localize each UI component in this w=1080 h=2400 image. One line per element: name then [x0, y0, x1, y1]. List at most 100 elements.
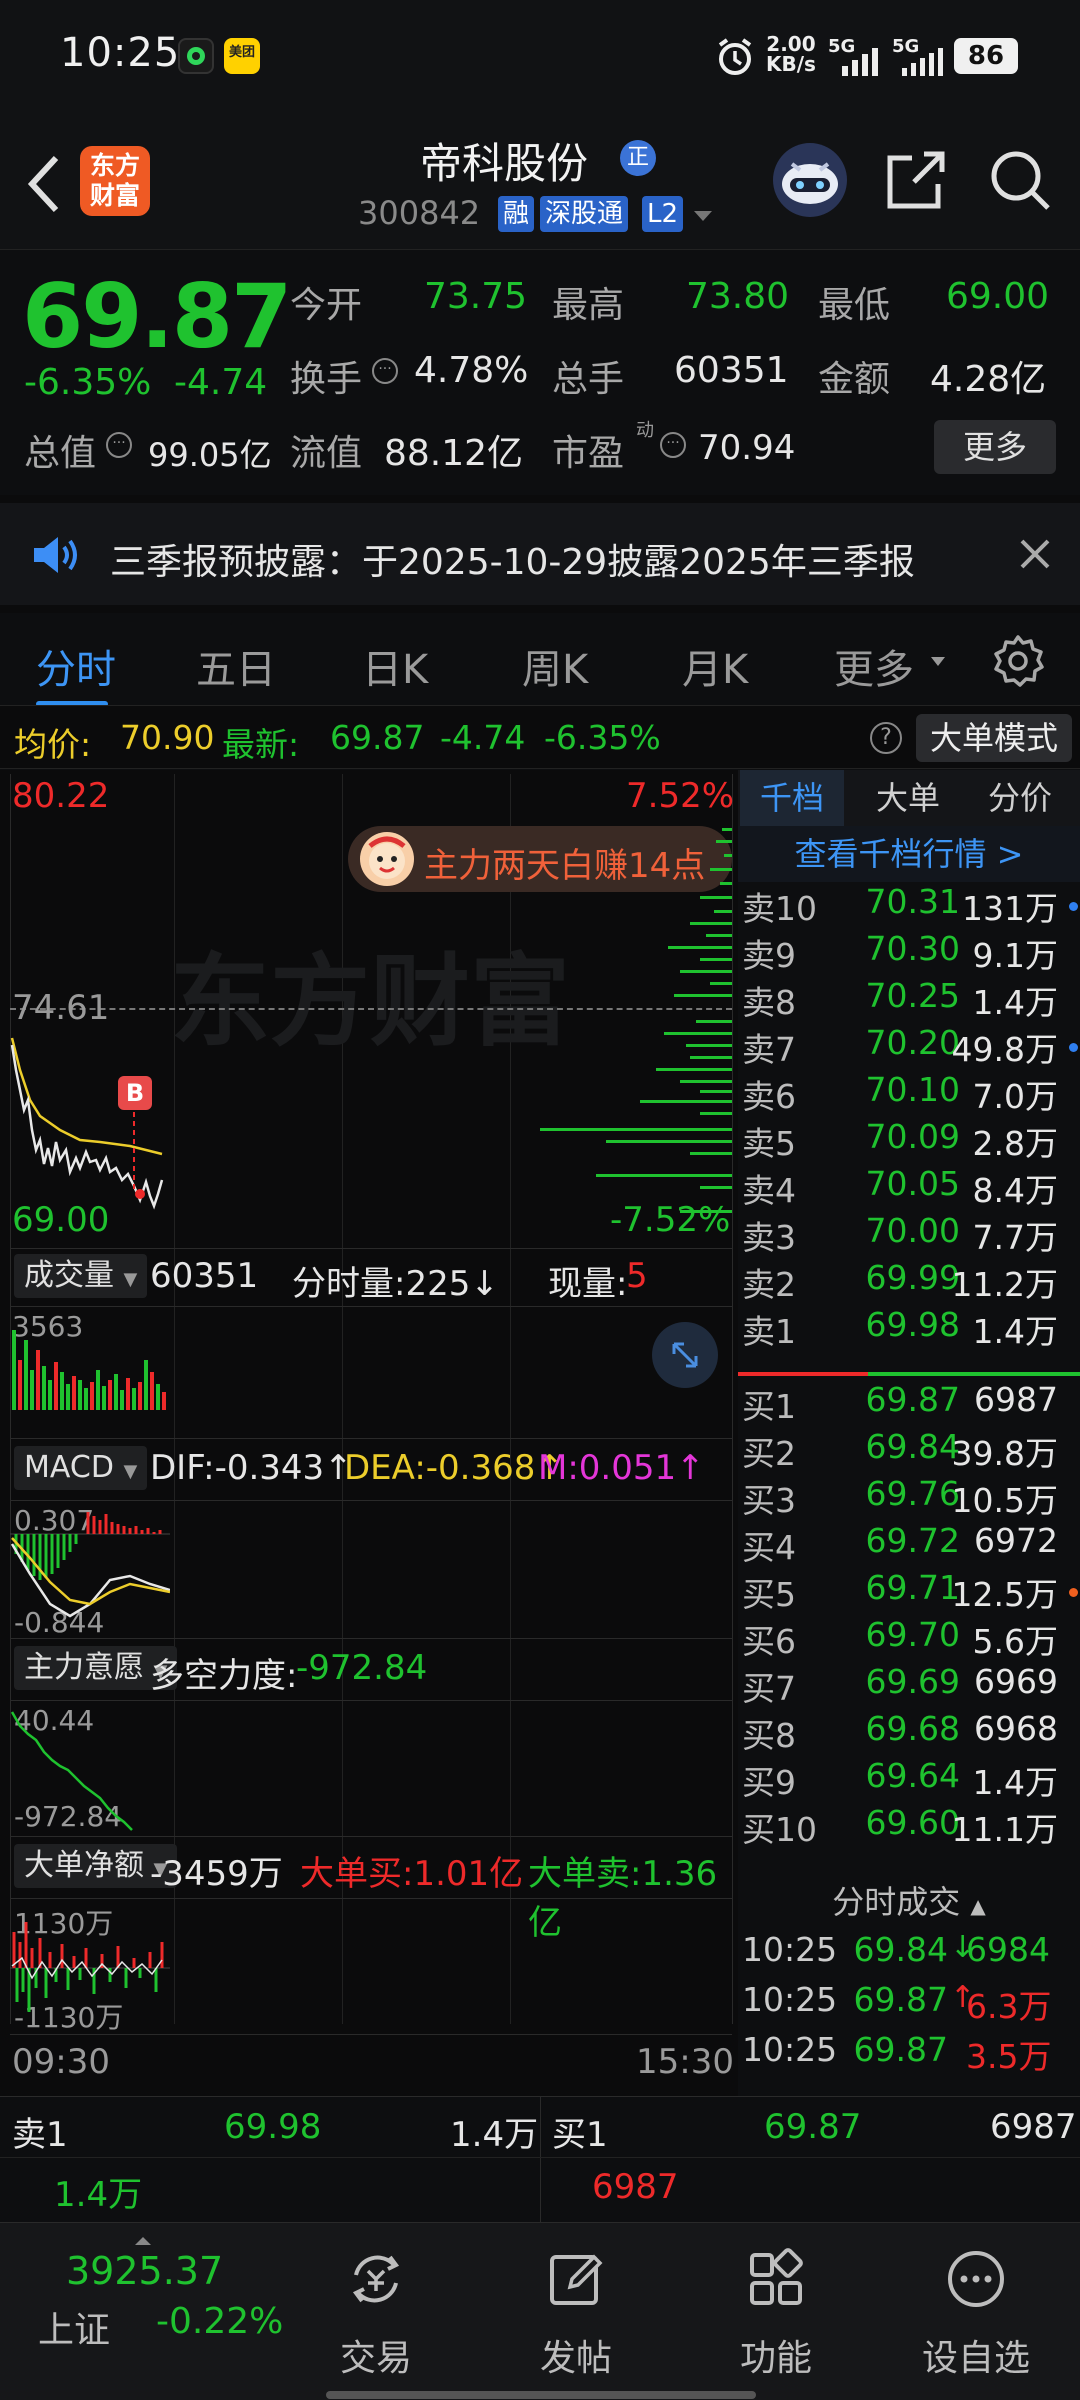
main-intention-label: 主力意愿: [24, 1650, 144, 1685]
ask1-price: 69.98: [224, 2107, 322, 2147]
gear-icon[interactable]: [990, 633, 1046, 693]
tab-monthly-k[interactable]: 月K: [682, 637, 748, 695]
nav-post[interactable]: 发帖: [476, 2223, 676, 2400]
tick-volume: 分时量:225↓: [292, 1264, 499, 1304]
nav-trade[interactable]: 交易: [276, 2223, 476, 2400]
tab-intraday[interactable]: 分时: [36, 637, 116, 695]
power-value: -972.84: [296, 1648, 428, 1688]
ask-level: 卖1: [742, 1312, 796, 1351]
nav-functions-label: 功能: [739, 2338, 812, 2379]
bottom-nav: 3925.37 上证 -0.22% 交易 发帖 功能 设自选: [0, 2222, 1080, 2400]
ask-row[interactable]: 卖9 70.30 9.1万: [738, 929, 1080, 977]
help-icon[interactable]: ?: [870, 722, 902, 754]
volume-bars: [12, 1330, 166, 1410]
chevron-down-icon[interactable]: [692, 208, 714, 227]
more-button[interactable]: 更多: [934, 420, 1056, 474]
bid-level: 买1: [742, 1387, 796, 1426]
ask-level: 卖8: [742, 983, 796, 1022]
close-icon[interactable]: [1018, 537, 1052, 575]
bid-row[interactable]: 买1 69.87 6987: [738, 1380, 1080, 1428]
volume-value: 60351: [674, 350, 789, 391]
ask-price: 69.99: [865, 1258, 960, 1297]
bid-row[interactable]: 买6 69.70 5.6万: [738, 1615, 1080, 1663]
view-depth-link[interactable]: 查看千档行情 >: [738, 826, 1080, 882]
tab-weekly-k[interactable]: 周K: [522, 637, 588, 695]
bid-volume: 6968: [974, 1709, 1058, 1748]
ask-level: 卖2: [742, 1265, 796, 1304]
ask-row[interactable]: 卖5 70.09 2.8万: [738, 1117, 1080, 1165]
tab-depth[interactable]: 千档: [740, 770, 844, 826]
tick-volume: 6984: [966, 1930, 1050, 1969]
info-icon[interactable]: ···: [372, 358, 398, 384]
nav-watchlist[interactable]: 设自选: [876, 2223, 1076, 2400]
music-app-icon: [178, 38, 214, 74]
tick-row: 10:25 69.84 ↓ 6984: [738, 1930, 1080, 1978]
ask-level: 卖4: [742, 1171, 796, 1210]
alarm-icon: [714, 36, 756, 82]
ask-volume: 2.8万: [972, 1124, 1058, 1163]
ask-row[interactable]: 卖10 70.31 131万: [738, 882, 1080, 930]
bid-row[interactable]: 买2 69.84 39.8万: [738, 1427, 1080, 1475]
bid-price: 69.76: [865, 1474, 960, 1513]
main-power-line: [10, 1711, 133, 1831]
back-icon[interactable]: [22, 152, 66, 220]
robot-assistant-icon[interactable]: [770, 140, 850, 224]
chevron-down-icon: [930, 653, 946, 672]
ticks-title[interactable]: 分时成交 ▲: [738, 1880, 1080, 1924]
share-icon[interactable]: [884, 148, 948, 216]
ask-price: 69.98: [865, 1305, 960, 1344]
bid-row[interactable]: 买9 69.64 1.4万: [738, 1756, 1080, 1804]
ask-row[interactable]: 卖3 70.00 7.7万: [738, 1211, 1080, 1259]
tab-big-order[interactable]: 大单: [856, 770, 960, 826]
index-value: 3925.37: [66, 2249, 224, 2293]
chart-tabs: 分时 五日 日K 周K 月K 更多: [0, 605, 1080, 707]
search-icon[interactable]: [988, 148, 1052, 216]
bid-row[interactable]: 买4 69.72 6972: [738, 1521, 1080, 1569]
avg-value: 70.90: [120, 718, 215, 757]
nav-index[interactable]: 3925.37 上证 -0.22%: [20, 2223, 290, 2400]
ask-row[interactable]: 卖7 70.20 49.8万: [738, 1023, 1080, 1071]
buy-marker[interactable]: B: [118, 1076, 152, 1110]
nav-functions[interactable]: 功能: [676, 2223, 876, 2400]
ask-price: 70.20: [865, 1023, 960, 1062]
chart-area[interactable]: 80.22 7.52% 东方财富 74.61 69.00 -7.52% 主力两天…: [0, 770, 738, 2096]
tab-five-day[interactable]: 五日: [196, 637, 276, 695]
bid-row[interactable]: 买7 69.69 6969: [738, 1662, 1080, 1710]
stock-code: 300842: [358, 194, 481, 232]
tab-more[interactable]: 更多: [834, 637, 914, 695]
mktcap-value: 99.05亿: [148, 436, 272, 474]
ask-row[interactable]: 卖4 70.05 8.4万: [738, 1164, 1080, 1212]
bid-row[interactable]: 买10 69.60 11.1万: [738, 1803, 1080, 1851]
macd-label: MACD: [24, 1450, 114, 1485]
bid-price: 69.84: [865, 1427, 960, 1466]
ask-volume: 9.1万: [972, 936, 1058, 975]
bid-row[interactable]: 买5 69.71 12.5万: [738, 1568, 1080, 1616]
expand-icon[interactable]: [652, 1322, 718, 1388]
caret-up-icon: [134, 2231, 152, 2250]
bid-row[interactable]: 买8 69.68 6968: [738, 1709, 1080, 1757]
depth-bars: [540, 828, 732, 1213]
big-order-dot: [1069, 1588, 1078, 1597]
ask-row[interactable]: 卖1 69.98 1.4万: [738, 1305, 1080, 1353]
info-icon[interactable]: ···: [660, 432, 686, 458]
big-order-mode-button[interactable]: 大单模式: [916, 714, 1072, 762]
ask-row[interactable]: 卖2 69.99 11.2万: [738, 1258, 1080, 1306]
tab-daily-k[interactable]: 日K: [362, 637, 428, 695]
bid-row[interactable]: 买3 69.76 10.5万: [738, 1474, 1080, 1522]
chg-value: -4.74: [440, 718, 526, 757]
ask-row[interactable]: 卖6 70.10 7.0万: [738, 1070, 1080, 1118]
mktcap-label: 总值: [24, 433, 97, 474]
volume-indicator-selector[interactable]: 成交量 ▼: [14, 1254, 148, 1298]
ask-row[interactable]: 卖8 70.25 1.4万: [738, 976, 1080, 1024]
power-label: 多空力度:: [150, 1656, 298, 1696]
info-icon[interactable]: ···: [106, 432, 132, 458]
tab-price-dist[interactable]: 分价: [968, 770, 1072, 826]
tick-price: 69.84: [853, 1930, 948, 1969]
bid-price: 69.71: [865, 1568, 960, 1607]
notice-bar[interactable]: 三季报预披露：于2025-10-29披露2025年三季报: [0, 495, 1080, 605]
stock-badge: 正: [620, 140, 656, 176]
notice-text: 三季报预披露：于2025-10-29披露2025年三季报: [110, 542, 915, 583]
chart-info-row: 均价: 70.90 最新: 69.87 -4.74 -6.35% ? 大单模式: [0, 705, 1080, 769]
bid-level: 买4: [742, 1528, 796, 1567]
macd-indicator-selector[interactable]: MACD ▼: [14, 1446, 148, 1490]
